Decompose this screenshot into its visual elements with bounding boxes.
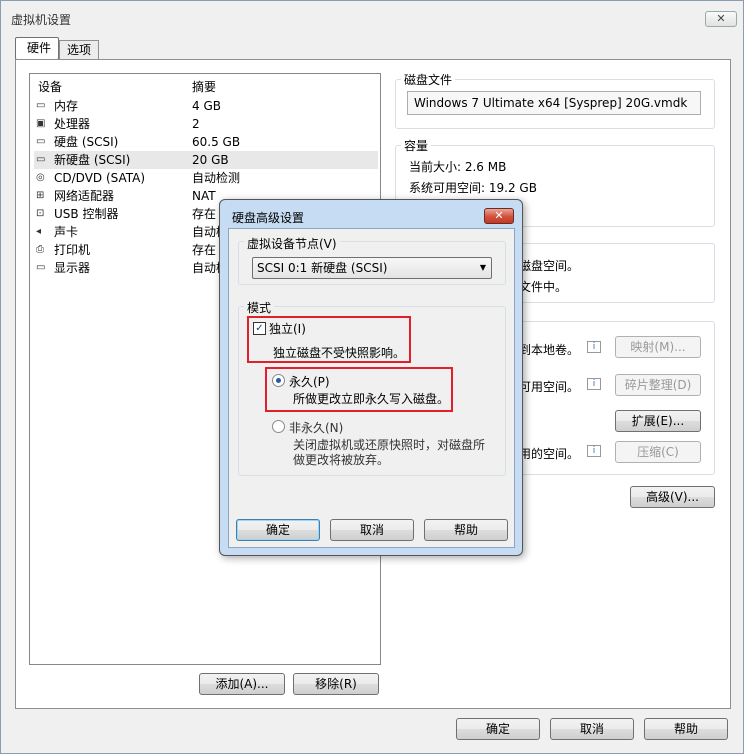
info-icon: i — [587, 445, 601, 457]
nonpersistent-label: 非永久(N) — [289, 421, 344, 435]
disk-advanced-dialog: 硬盘高级设置 ✕ 虚拟设备节点(V) SCSI 0:1 新硬盘 (SCSI) ▼… — [219, 199, 523, 556]
window-title: 虚拟机设置 — [11, 13, 72, 27]
printer-icon: ⎙ — [36, 244, 44, 255]
device-name: 网络适配器 — [54, 189, 115, 203]
usb-icon: ⊡ — [36, 208, 45, 219]
independent-description: 独立磁盘不受快照影响。 — [273, 346, 406, 360]
persistent-radio[interactable] — [272, 374, 285, 387]
node-select-value: SCSI 0:1 新硬盘 (SCSI) — [257, 261, 388, 275]
help-button[interactable]: 帮助 — [644, 718, 728, 740]
mode-label: 模式 — [244, 299, 275, 316]
device-row-harddisk[interactable]: ▭ 硬盘 (SCSI) 60.5 GB — [34, 133, 378, 151]
title-bar: 虚拟机设置 ✕ — [1, 1, 743, 37]
device-summary: 60.5 GB — [192, 135, 241, 149]
disk-file-label: 磁盘文件 — [401, 71, 456, 88]
device-name: 显示器 — [54, 261, 91, 275]
node-label: 虚拟设备节点(V) — [244, 235, 340, 252]
tab-options[interactable]: 选项 — [59, 40, 99, 60]
node-select[interactable]: SCSI 0:1 新硬盘 (SCSI) ▼ — [252, 257, 492, 279]
device-name: 处理器 — [54, 117, 91, 131]
device-summary: NAT — [192, 189, 216, 203]
device-name: 新硬盘 (SCSI) — [54, 153, 131, 167]
map-button[interactable]: 映射(M)... — [615, 336, 701, 358]
nonpersistent-description: 做更改将被放弃。 — [293, 453, 390, 467]
harddisk-icon: ▭ — [36, 154, 46, 165]
device-name: 硬盘 (SCSI) — [54, 135, 119, 149]
processor-icon: ▣ — [36, 118, 46, 129]
add-device-button[interactable]: 添加(A)... — [199, 673, 285, 695]
device-summary: 存在 — [192, 207, 217, 221]
memory-icon: ▭ — [36, 100, 46, 111]
expand-button[interactable]: 扩展(E)... — [615, 410, 701, 432]
ok-button[interactable]: 确定 — [456, 718, 540, 740]
dialog-ok-button[interactable]: 确定 — [236, 519, 320, 541]
map-text: 到本地卷。 — [519, 343, 580, 357]
device-summary: 存在 — [192, 243, 217, 257]
info-icon: i — [587, 378, 601, 390]
info-icon: i — [587, 341, 601, 353]
independent-checkbox[interactable]: ✓ — [253, 322, 266, 335]
defragment-button[interactable]: 碎片整理(D) — [615, 374, 701, 396]
persistent-description: 所做更改立即永久写入磁盘。 — [293, 392, 450, 406]
device-name: CD/DVD (SATA) — [54, 171, 146, 185]
cdrom-icon: ◎ — [36, 172, 45, 183]
cancel-button[interactable]: 取消 — [550, 718, 634, 740]
free-space-text: 系统可用空间: 19.2 GB — [409, 181, 537, 195]
display-icon: ▭ — [36, 262, 46, 273]
device-row-cdrom[interactable]: ◎ CD/DVD (SATA) 自动检测 — [34, 169, 378, 187]
allocation-text-2: 文件中。 — [519, 280, 568, 294]
sound-icon: ◂ — [36, 226, 42, 237]
compact-text: 用的空间。 — [519, 447, 580, 461]
device-summary: 2 — [192, 117, 200, 131]
advanced-button[interactable]: 高级(V)... — [630, 486, 715, 508]
device-name: 内存 — [54, 99, 79, 113]
defrag-text: 可用空间。 — [519, 380, 580, 394]
persistent-label: 永久(P) — [289, 375, 330, 389]
harddisk-icon: ▭ — [36, 136, 46, 147]
device-name: USB 控制器 — [54, 207, 119, 221]
capacity-label: 容量 — [401, 137, 432, 154]
column-header-summary: 摘要 — [192, 80, 217, 94]
window-close-button[interactable]: ✕ — [705, 11, 737, 27]
dialog-title: 硬盘高级设置 — [232, 211, 305, 225]
nonpersistent-radio[interactable] — [272, 420, 285, 433]
device-row-memory[interactable]: ▭ 内存 4 GB — [34, 97, 378, 115]
dialog-help-button[interactable]: 帮助 — [424, 519, 508, 541]
independent-label: 独立(I) — [269, 322, 306, 336]
network-icon: ⊞ — [36, 190, 45, 201]
tab-hardware[interactable]: 硬件 — [15, 37, 59, 60]
compact-button[interactable]: 压缩(C) — [615, 441, 701, 463]
device-name: 声卡 — [54, 225, 79, 239]
column-header-device: 设备 — [38, 80, 63, 94]
dialog-cancel-button[interactable]: 取消 — [330, 519, 414, 541]
disk-file-field[interactable]: Windows 7 Ultimate x64 [Sysprep] 20G.vmd… — [407, 91, 701, 115]
device-summary: 自动检测 — [192, 171, 241, 185]
chevron-down-icon: ▼ — [479, 263, 486, 272]
current-size-text: 当前大小: 2.6 MB — [409, 160, 507, 174]
device-row-processor[interactable]: ▣ 处理器 2 — [34, 115, 378, 133]
dialog-close-button[interactable]: ✕ — [484, 208, 514, 224]
device-row-new-harddisk[interactable]: ▭ 新硬盘 (SCSI) 20 GB — [34, 151, 378, 169]
device-summary: 20 GB — [192, 153, 229, 167]
device-name: 打印机 — [54, 243, 91, 257]
allocation-text-1: 磁盘空间。 — [519, 259, 580, 273]
device-summary: 4 GB — [192, 99, 221, 113]
remove-device-button[interactable]: 移除(R) — [293, 673, 379, 695]
